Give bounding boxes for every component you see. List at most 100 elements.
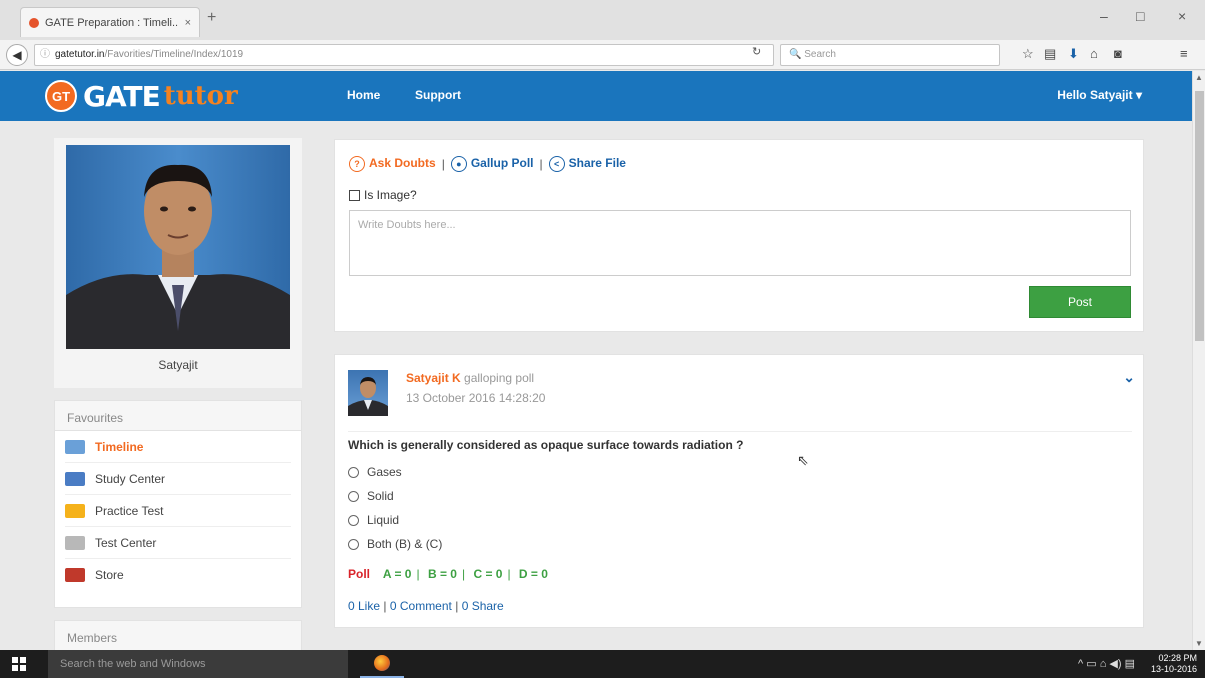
sidebar-item-label: Store bbox=[95, 568, 124, 582]
sidebar-item-label: Study Center bbox=[95, 471, 166, 486]
poll-post-card: Satyajit K galloping poll 13 October 201… bbox=[334, 354, 1144, 628]
firefox-taskbar-button[interactable] bbox=[360, 650, 404, 678]
poll-result-b: B = 0 bbox=[427, 567, 457, 581]
poll-label: Poll bbox=[348, 567, 371, 581]
radio-icon[interactable] bbox=[348, 514, 359, 526]
option-label: Liquid bbox=[367, 513, 400, 527]
browser-toolbar: ◀ ⓘ gatetutor.in/Favorities/Timeline/Ind… bbox=[0, 40, 1205, 70]
poll-result-a: A = 0 bbox=[382, 567, 412, 581]
poll-option-b[interactable]: Solid bbox=[348, 489, 394, 503]
site-favicon-icon bbox=[29, 17, 39, 28]
ask-doubts-button[interactable]: ? Ask Doubts bbox=[349, 156, 436, 172]
bookmark-star-icon[interactable]: ☆ bbox=[1022, 46, 1034, 62]
user-menu-dropdown[interactable]: Hello Satyajit ▾ bbox=[1057, 88, 1142, 102]
sidebar-item-practice-test[interactable]: Practice Test bbox=[65, 495, 291, 527]
clock-date: 13-10-2016 bbox=[1150, 664, 1197, 674]
logo-badge: GT bbox=[45, 80, 77, 112]
windows-start-icon[interactable] bbox=[12, 657, 26, 671]
address-bar[interactable]: ⓘ gatetutor.in/Favorities/Timeline/Index… bbox=[34, 44, 774, 66]
favourites-panel: Favourites Timeline Study Center Practic… bbox=[54, 400, 302, 608]
nav-home-link[interactable]: Home bbox=[347, 88, 380, 102]
sidebar-item-timeline[interactable]: Timeline bbox=[65, 431, 291, 463]
tab-close-icon[interactable]: × bbox=[185, 17, 191, 29]
sidebar-item-store[interactable]: Store bbox=[65, 559, 291, 591]
option-label: Gases bbox=[367, 465, 402, 479]
timeline-icon bbox=[65, 439, 85, 454]
post-action-text: galloping poll bbox=[464, 371, 535, 385]
reading-list-icon[interactable]: ▤ bbox=[1044, 46, 1056, 62]
close-window-button[interactable]: × bbox=[1178, 8, 1186, 24]
sidebar-item-study-center[interactable]: Study Center bbox=[65, 463, 291, 495]
books-icon bbox=[65, 471, 85, 486]
separator: | bbox=[416, 567, 420, 581]
is-image-checkbox[interactable]: Is Image? bbox=[349, 188, 417, 202]
pocket-icon[interactable]: ◙ bbox=[1114, 46, 1122, 61]
poll-result-c: C = 0 bbox=[473, 567, 503, 581]
option-label: Both (B) & (C) bbox=[367, 537, 443, 551]
composer-actions: ? Ask Doubts | ● Gallup Poll | < Share File bbox=[349, 156, 626, 172]
separator: | bbox=[461, 567, 466, 581]
profile-card: Satyajit bbox=[54, 138, 302, 388]
home-icon[interactable]: ⌂ bbox=[1090, 46, 1098, 61]
chevron-down-icon[interactable]: ⌄ bbox=[1123, 369, 1135, 386]
sidebar-item-label: Timeline bbox=[95, 439, 144, 454]
clock-time: 02:28 PM bbox=[1158, 653, 1197, 663]
browser-search-input[interactable]: 🔍 Search bbox=[780, 44, 1000, 66]
radio-icon[interactable] bbox=[348, 466, 359, 478]
poll-option-c[interactable]: Liquid bbox=[348, 513, 399, 527]
post-button[interactable]: Post bbox=[1029, 286, 1131, 318]
browser-tab[interactable]: GATE Preparation : Timeli... × bbox=[20, 7, 200, 37]
poll-result-d: D = 0 bbox=[518, 567, 548, 581]
is-image-label: Is Image? bbox=[364, 188, 417, 202]
poll-option-a[interactable]: Gases bbox=[348, 465, 402, 479]
back-button[interactable]: ◀ bbox=[6, 44, 28, 66]
tab-title: GATE Preparation : Timeli... bbox=[45, 16, 179, 29]
sidebar-item-test-center[interactable]: Test Center bbox=[65, 527, 291, 559]
menu-icon[interactable]: ≡ bbox=[1180, 46, 1188, 61]
site-logo[interactable]: GT GATE tutor bbox=[45, 77, 238, 115]
poll-option-d[interactable]: Both (B) & (C) bbox=[348, 537, 442, 551]
download-icon[interactable]: ⬇ bbox=[1068, 46, 1079, 62]
like-link[interactable]: 0 Like bbox=[348, 599, 380, 613]
author-name-link[interactable]: Satyajit K bbox=[406, 371, 461, 385]
post-timestamp: 13 October 2016 14:28:20 bbox=[406, 391, 546, 405]
info-icon[interactable]: ⓘ bbox=[40, 45, 50, 65]
taskbar-clock[interactable]: 02:28 PM 13-10-2016 bbox=[1151, 653, 1197, 675]
avatar[interactable] bbox=[348, 370, 388, 416]
share-link[interactable]: 0 Share bbox=[462, 599, 504, 613]
separator: | bbox=[441, 157, 445, 171]
firefox-icon bbox=[374, 655, 390, 671]
reload-icon[interactable]: ↻ bbox=[752, 45, 761, 58]
url-host: gatetutor.in bbox=[55, 49, 105, 60]
favourites-heading: Favourites bbox=[55, 401, 301, 431]
nav-support-link[interactable]: Support bbox=[415, 88, 461, 102]
minimize-button[interactable]: – bbox=[1100, 8, 1108, 24]
comment-link[interactable]: 0 Comment bbox=[390, 599, 452, 613]
scroll-thumb[interactable] bbox=[1195, 91, 1204, 341]
scroll-down-icon[interactable]: ▼ bbox=[1195, 639, 1203, 648]
logo-gate-text: GATE bbox=[83, 79, 161, 113]
profile-photo[interactable] bbox=[66, 145, 290, 349]
post-social-actions: 0 Like | 0 Comment | 0 Share bbox=[348, 599, 504, 613]
ask-doubts-label: Ask Doubts bbox=[369, 156, 436, 170]
gallup-poll-button[interactable]: ● Gallup Poll bbox=[450, 156, 534, 172]
clipboard-icon bbox=[65, 503, 85, 518]
doubt-input[interactable] bbox=[349, 210, 1131, 276]
browser-tab-bar: GATE Preparation : Timeli... × + – □ × bbox=[0, 0, 1205, 40]
scroll-up-icon[interactable]: ▲ bbox=[1195, 73, 1203, 82]
new-tab-button[interactable]: + bbox=[207, 9, 216, 27]
maximize-button[interactable]: □ bbox=[1136, 8, 1144, 24]
gallup-poll-label: Gallup Poll bbox=[470, 156, 534, 170]
post-author: Satyajit K galloping poll bbox=[406, 371, 534, 385]
divider bbox=[348, 431, 1132, 432]
taskbar-search-input[interactable]: Search the web and Windows bbox=[48, 650, 348, 678]
separator: | bbox=[455, 599, 459, 613]
poll-results: Poll A = 0 | B = 0 | C = 0 | D = 0 bbox=[348, 567, 548, 581]
page-scrollbar[interactable]: ▲ ▼ bbox=[1192, 71, 1205, 650]
radio-icon[interactable] bbox=[348, 490, 359, 502]
profile-name[interactable]: Satyajit bbox=[54, 358, 302, 372]
system-tray-icons[interactable]: ^ ▭ ⌂ ◀) ▤ bbox=[1078, 657, 1135, 670]
share-file-button[interactable]: < Share File bbox=[548, 156, 626, 172]
radio-icon[interactable] bbox=[348, 538, 359, 550]
checkbox-icon[interactable] bbox=[349, 189, 360, 201]
